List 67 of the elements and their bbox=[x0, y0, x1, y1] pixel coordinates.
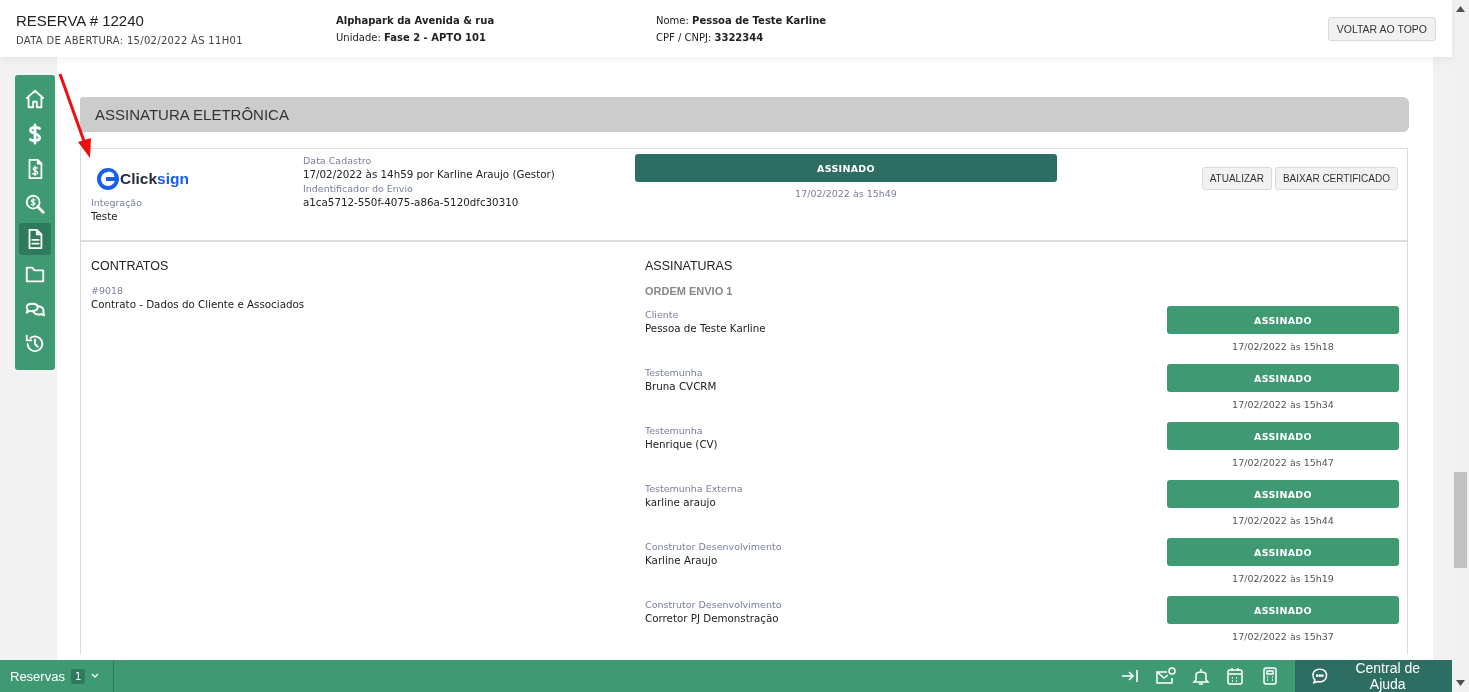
info-value: 17/02/2022 às 14h59 por Karline Araujo (Gestor) bbox=[303, 168, 556, 180]
opening-date: DATA DE ABERTURA: 15/02/2022 ÀS 11H01 bbox=[16, 34, 244, 46]
signer-name: Corretor PJ Demonstração bbox=[645, 612, 780, 624]
sidebar-item[interactable] bbox=[19, 223, 51, 255]
history-icon bbox=[24, 333, 46, 355]
signed-status-bar: ASSINADO bbox=[1167, 596, 1399, 624]
signer-name: Henrique (CV) bbox=[645, 438, 718, 450]
chat-bubble-icon bbox=[1311, 667, 1329, 685]
unit-label: Unidade: bbox=[336, 31, 381, 43]
clicksign-logo-icon bbox=[97, 168, 119, 190]
info-value: a1ca5712-550f-4075-a86a-5120dfc30310 bbox=[303, 196, 520, 208]
contract-number: #9018 bbox=[91, 285, 125, 296]
signer-name: Karline Araujo bbox=[645, 554, 719, 566]
signer-role: Testemunha bbox=[645, 425, 704, 436]
signed-status-bar: ASSINADO bbox=[1167, 364, 1399, 392]
integration-label: Integração bbox=[91, 197, 143, 208]
signed-status-bar: ASSINADO bbox=[1167, 538, 1399, 566]
signed-date: 17/02/2022 às 15h47 bbox=[1231, 457, 1335, 468]
calculator-icon[interactable] bbox=[1260, 666, 1280, 686]
signer-name: Bruna CVCRM bbox=[645, 380, 717, 392]
signer-role: Construtor Desenvolvimento bbox=[645, 599, 782, 610]
contracts-title: CONTRATOS bbox=[91, 259, 170, 273]
home-icon bbox=[24, 88, 46, 110]
info-label: Indentificador do Envio bbox=[303, 183, 414, 194]
back-to-top-button[interactable]: VOLTAR AO TOPO bbox=[1327, 16, 1436, 41]
search-money-icon bbox=[24, 193, 46, 215]
signed-status-bar: ASSINADO bbox=[635, 154, 1057, 182]
calendar-icon[interactable] bbox=[1225, 666, 1245, 686]
send-order-title: ORDEM ENVIO 1 bbox=[645, 285, 734, 297]
signatures-title: ASSINATURAS bbox=[645, 259, 734, 273]
signed-date: 17/02/2022 às 15h34 bbox=[1231, 399, 1335, 410]
enterprise-name: Alphapark da Avenida & rua bbox=[336, 14, 496, 26]
document-value: 3322344 bbox=[714, 31, 764, 43]
scrollbar-thumb[interactable] bbox=[1454, 472, 1467, 568]
info-label: Data Cadastro bbox=[303, 155, 373, 166]
signed-date: 17/02/2022 às 15h44 bbox=[1231, 515, 1335, 526]
clicksign-logo-text: Clicksign bbox=[120, 170, 189, 188]
signer-name: Pessoa de Teste Karline bbox=[645, 322, 766, 334]
integration-value: Teste bbox=[91, 210, 119, 222]
signed-status-bar: ASSINADO bbox=[1167, 306, 1399, 334]
help-center-button[interactable]: Central de Ajuda bbox=[1295, 660, 1452, 692]
document-label: CPF / CNPJ: bbox=[656, 31, 712, 43]
signer-role: Cliente bbox=[645, 309, 680, 320]
signed-status-bar: ASSINADO bbox=[1167, 480, 1399, 508]
action-button[interactable]: BAIXAR CERTIFICADO bbox=[1274, 167, 1398, 190]
signed-date: 17/02/2022 às 15h18 bbox=[1231, 341, 1335, 352]
scroll-down-icon[interactable] bbox=[1456, 680, 1465, 686]
action-button[interactable]: ATUALIZAR bbox=[1201, 167, 1272, 190]
signer-name: karline araujo bbox=[645, 496, 717, 508]
signed-date: 17/02/2022 às 15h37 bbox=[1231, 631, 1335, 642]
signer-role: Testemunha bbox=[645, 367, 704, 378]
signer-role: Testemunha Externa bbox=[645, 483, 743, 494]
scroll-up-icon[interactable] bbox=[1456, 6, 1465, 12]
section-title: ASSINATURA ELETRÔNICA bbox=[95, 106, 289, 123]
reservation-title: RESERVA # 12240 bbox=[16, 11, 145, 29]
signed-date: 17/02/2022 às 15h49 bbox=[794, 188, 898, 199]
bell-icon[interactable] bbox=[1192, 666, 1210, 686]
name-value: Pessoa de Teste Karline bbox=[692, 14, 827, 26]
count-badge: 1 bbox=[70, 668, 86, 684]
unit-value: Fase 2 - APTO 101 bbox=[383, 31, 486, 43]
signed-date: 17/02/2022 às 15h19 bbox=[1231, 573, 1335, 584]
name-label: Nome: bbox=[656, 14, 689, 26]
signer-role: Construtor Desenvolvimento bbox=[645, 541, 782, 552]
scrollbar[interactable] bbox=[1452, 0, 1469, 692]
signed-status-bar: ASSINADO bbox=[1167, 422, 1399, 450]
contract-name: Contrato - Dados do Cliente e Associados bbox=[91, 298, 306, 310]
caret-icon bbox=[91, 673, 100, 679]
